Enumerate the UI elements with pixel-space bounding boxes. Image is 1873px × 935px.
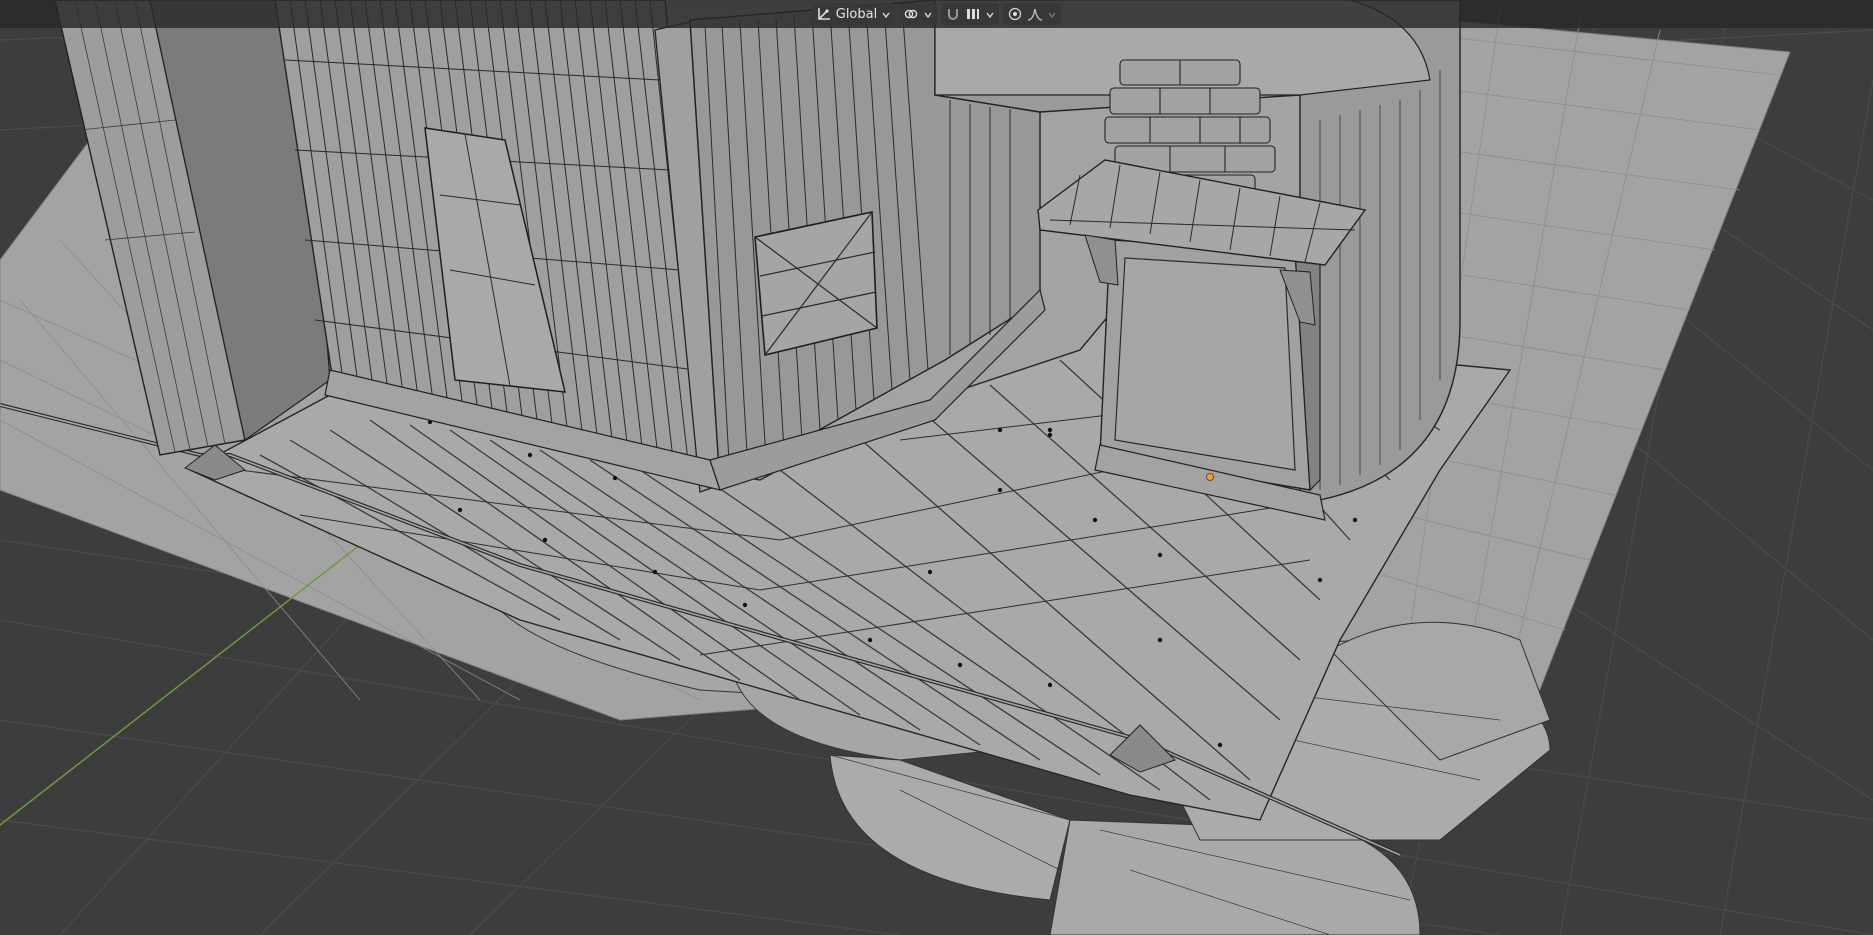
- 3d-viewport[interactable]: Global: [0, 0, 1873, 935]
- falloff-curve-icon[interactable]: [1027, 6, 1043, 22]
- snap-magnet-icon: [945, 6, 961, 22]
- pivot-point-dropdown[interactable]: [899, 3, 938, 25]
- snap-increment-icon[interactable]: [965, 6, 981, 22]
- chevron-down-icon: [985, 9, 995, 19]
- proportional-edit-toggle[interactable]: [1003, 3, 1062, 25]
- viewport-header: Global: [0, 0, 1873, 28]
- snap-toggle[interactable]: [941, 3, 1000, 25]
- chevron-down-icon: [881, 9, 891, 19]
- orientation-label: Global: [835, 6, 878, 22]
- transform-orientation-dropdown[interactable]: Global: [811, 3, 896, 25]
- proportional-edit-icon: [1007, 6, 1023, 22]
- chevron-down-icon: [1047, 9, 1057, 19]
- origin-point[interactable]: [1206, 473, 1214, 481]
- transform-orientation-icon: [816, 6, 832, 22]
- link-pivot-icon: [903, 6, 919, 22]
- chevron-down-icon: [923, 9, 933, 19]
- outhouse-door[interactable]: [1114, 257, 1296, 471]
- viewport-scene[interactable]: [0, 0, 1873, 935]
